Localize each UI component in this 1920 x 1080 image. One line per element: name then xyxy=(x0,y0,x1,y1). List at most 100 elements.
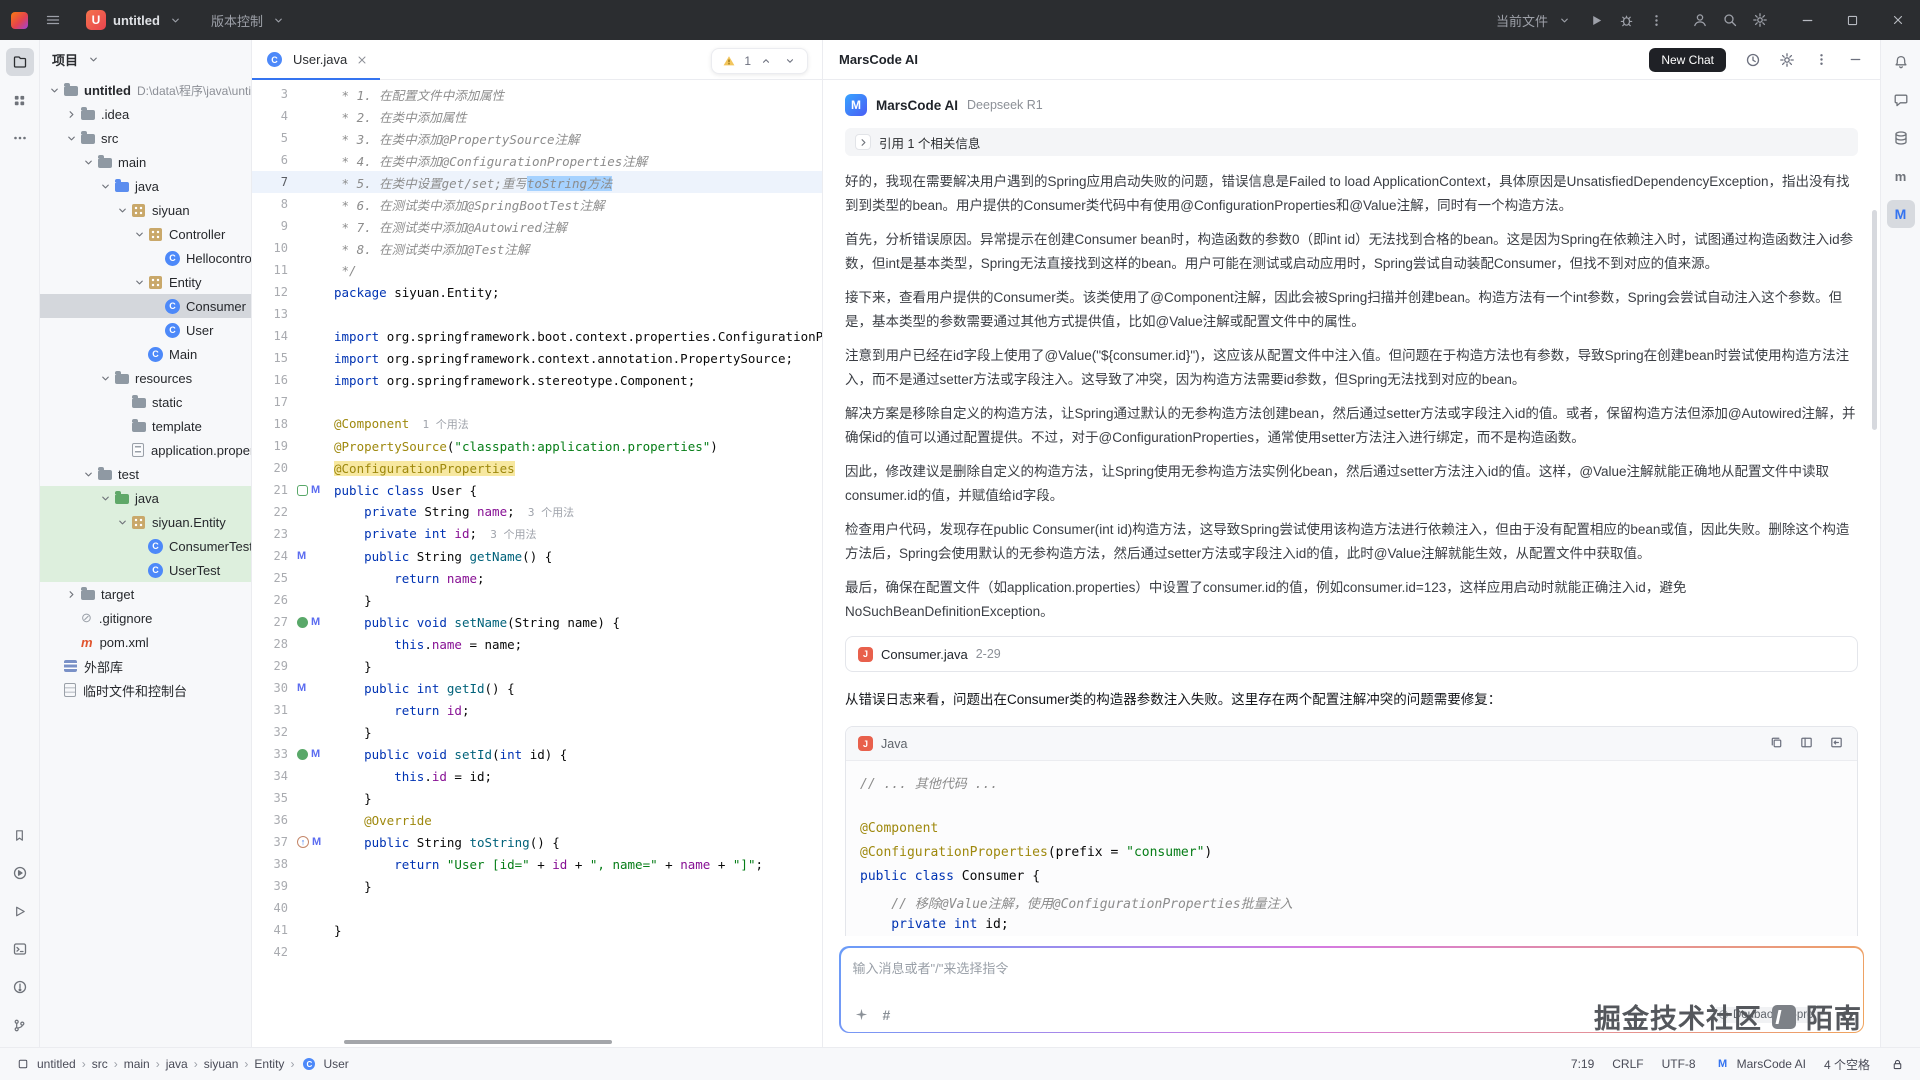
tree-chevron-icon[interactable] xyxy=(114,205,130,216)
commit-grid-button[interactable] xyxy=(6,86,34,114)
breadcrumb-item-user[interactable]: CUser xyxy=(300,1055,348,1073)
status-utf-8[interactable]: UTF-8 xyxy=(1662,1057,1696,1071)
bookmark-button[interactable] xyxy=(6,821,34,849)
ai-chat-button[interactable] xyxy=(1887,86,1915,114)
tree-item-siyuan-entity[interactable]: siyuan.Entity xyxy=(40,510,251,534)
vcs-branch-button[interactable] xyxy=(6,1011,34,1039)
project-widget[interactable]: U untitled xyxy=(78,7,193,33)
services-button[interactable] xyxy=(6,897,34,925)
tree-item-临时文件和控制台[interactable]: 临时文件和控制台 xyxy=(40,678,251,702)
horizontal-scrollbar[interactable] xyxy=(344,1040,612,1044)
debug-button[interactable] xyxy=(1611,5,1641,35)
problems-button[interactable] xyxy=(6,973,34,1001)
override-gutter-icon[interactable]: ↑ xyxy=(297,836,309,848)
tree-item-pom-xml[interactable]: mpom.xml xyxy=(40,630,251,654)
tree-item-main[interactable]: main xyxy=(40,150,251,174)
close-button[interactable] xyxy=(1875,0,1920,40)
tree-item-java[interactable]: java xyxy=(40,174,251,198)
breadcrumb-item-untitled[interactable]: untitled xyxy=(14,1055,76,1073)
status-7-19[interactable]: 7:19 xyxy=(1571,1057,1594,1071)
profile-button[interactable] xyxy=(1685,5,1715,35)
spring-bean-gutter-icon[interactable] xyxy=(297,485,308,496)
send-icon[interactable] xyxy=(1833,1006,1851,1024)
breadcrumb-item-src[interactable]: src xyxy=(92,1057,108,1071)
breadcrumb-item-entity[interactable]: Entity xyxy=(254,1057,284,1071)
marscode-gutter-icon[interactable]: M xyxy=(297,550,306,562)
minimize-button[interactable] xyxy=(1785,0,1830,40)
tree-item-test[interactable]: test xyxy=(40,462,251,486)
code-area[interactable]: 3 * 1. 在配置文件中添加属性4 * 2. 在类中添加属性5 * 3. 在类… xyxy=(252,80,822,1047)
vcs-widget[interactable]: 版本控制 xyxy=(203,8,296,33)
minimize-button[interactable] xyxy=(1840,45,1870,75)
project-folder-button[interactable] xyxy=(6,48,34,76)
copy-button[interactable] xyxy=(1767,734,1785,754)
editor-tab-user-java[interactable]: C User.java xyxy=(252,40,380,80)
marscode-button[interactable]: M xyxy=(1887,200,1915,228)
spring-autowire-gutter-icon[interactable] xyxy=(297,617,308,628)
chat-scrollbar[interactable] xyxy=(1872,210,1877,430)
tree-item-untitled[interactable]: untitledD:\data\程序\java\untitled xyxy=(40,78,251,102)
more-vert-button[interactable] xyxy=(1641,5,1671,35)
more-vert-button[interactable] xyxy=(1806,45,1836,75)
tree-item-idea[interactable]: .idea xyxy=(40,102,251,126)
status-lock[interactable] xyxy=(1888,1055,1906,1073)
marscode-gutter-icon[interactable]: M xyxy=(297,682,306,694)
run-circle-button[interactable] xyxy=(6,859,34,887)
new-chat-button[interactable]: New Chat xyxy=(1649,48,1726,72)
tree-item-resources[interactable]: resources xyxy=(40,366,251,390)
status-crlf[interactable]: CRLF xyxy=(1612,1057,1643,1071)
status-4-个空格[interactable]: 4 个空格 xyxy=(1824,1056,1870,1073)
tree-chevron-icon[interactable] xyxy=(63,133,79,144)
reference-toggle[interactable]: 引用 1 个相关信息 xyxy=(845,128,1858,156)
tree-chevron-icon[interactable] xyxy=(114,517,130,528)
file-reference-card[interactable]: J Consumer.java 2-29 xyxy=(845,636,1858,672)
tree-item-consumer[interactable]: CConsumer xyxy=(40,294,251,318)
tree-item-usertest[interactable]: CUserTest xyxy=(40,558,251,582)
tree-chevron-icon[interactable] xyxy=(97,493,113,504)
tree-item-java[interactable]: java xyxy=(40,486,251,510)
run-config-selector[interactable]: 当前文件 xyxy=(1488,8,1581,33)
diff-button[interactable] xyxy=(1827,734,1845,754)
tree-chevron-icon[interactable] xyxy=(80,469,96,480)
tree-chevron-icon[interactable] xyxy=(131,277,147,288)
settings-button[interactable] xyxy=(1772,45,1802,75)
tree-item-target[interactable]: target xyxy=(40,582,251,606)
tree-item-static[interactable]: static xyxy=(40,390,251,414)
maximize-button[interactable] xyxy=(1830,0,1875,40)
marscode-gutter-icon[interactable]: M xyxy=(311,616,320,628)
tree-item-siyuan[interactable]: siyuan xyxy=(40,198,251,222)
main-menu-button[interactable] xyxy=(38,5,68,35)
spring-autowire-gutter-icon[interactable] xyxy=(297,749,308,760)
prompt-icon[interactable] xyxy=(853,1006,871,1024)
tree-chevron-icon[interactable] xyxy=(63,109,79,120)
tree-chevron-icon[interactable] xyxy=(97,181,113,192)
run-button[interactable] xyxy=(1581,5,1611,35)
chevron-up-icon[interactable] xyxy=(757,52,775,70)
hash-icon[interactable]: # xyxy=(883,1007,891,1023)
tree-chevron-icon[interactable] xyxy=(63,589,79,600)
tree-item-consumertest[interactable]: CConsumerTest xyxy=(40,534,251,558)
tree-item-application-proper[interactable]: application.proper... xyxy=(40,438,251,462)
tree-item-hellocontrol[interactable]: CHellocontrol... xyxy=(40,246,251,270)
marscode-gutter-icon[interactable]: M xyxy=(312,836,321,848)
tree-item-外部库[interactable]: 外部库 xyxy=(40,654,251,678)
marscode-gutter-icon[interactable]: M xyxy=(311,484,320,496)
chevron-down-icon[interactable] xyxy=(781,52,799,70)
settings-button[interactable] xyxy=(1745,5,1775,35)
tree-chevron-icon[interactable] xyxy=(131,229,147,240)
terminal-button[interactable] xyxy=(6,935,34,963)
tree-item-controller[interactable]: Controller xyxy=(40,222,251,246)
chat-input[interactable]: 输入消息或者"/"来选择指令 # Doubao-1.5-pro xyxy=(841,948,1863,1032)
marscode-gutter-icon[interactable]: M xyxy=(311,748,320,760)
project-panel-header[interactable]: 项目 xyxy=(40,40,251,78)
tree-item-entity[interactable]: Entity xyxy=(40,270,251,294)
tree-item-template[interactable]: template xyxy=(40,414,251,438)
breadcrumb-item-siyuan[interactable]: siyuan xyxy=(204,1057,239,1071)
tree-chevron-icon[interactable] xyxy=(97,373,113,384)
breadcrumb-item-java[interactable]: java xyxy=(166,1057,188,1071)
tree-item-user[interactable]: CUser xyxy=(40,318,251,342)
more-horiz-button[interactable] xyxy=(6,124,34,152)
model-badge[interactable]: Doubao-1.5-pro xyxy=(1710,1007,1823,1023)
notifications-button[interactable] xyxy=(1887,48,1915,76)
maven-button[interactable]: m xyxy=(1887,162,1915,190)
